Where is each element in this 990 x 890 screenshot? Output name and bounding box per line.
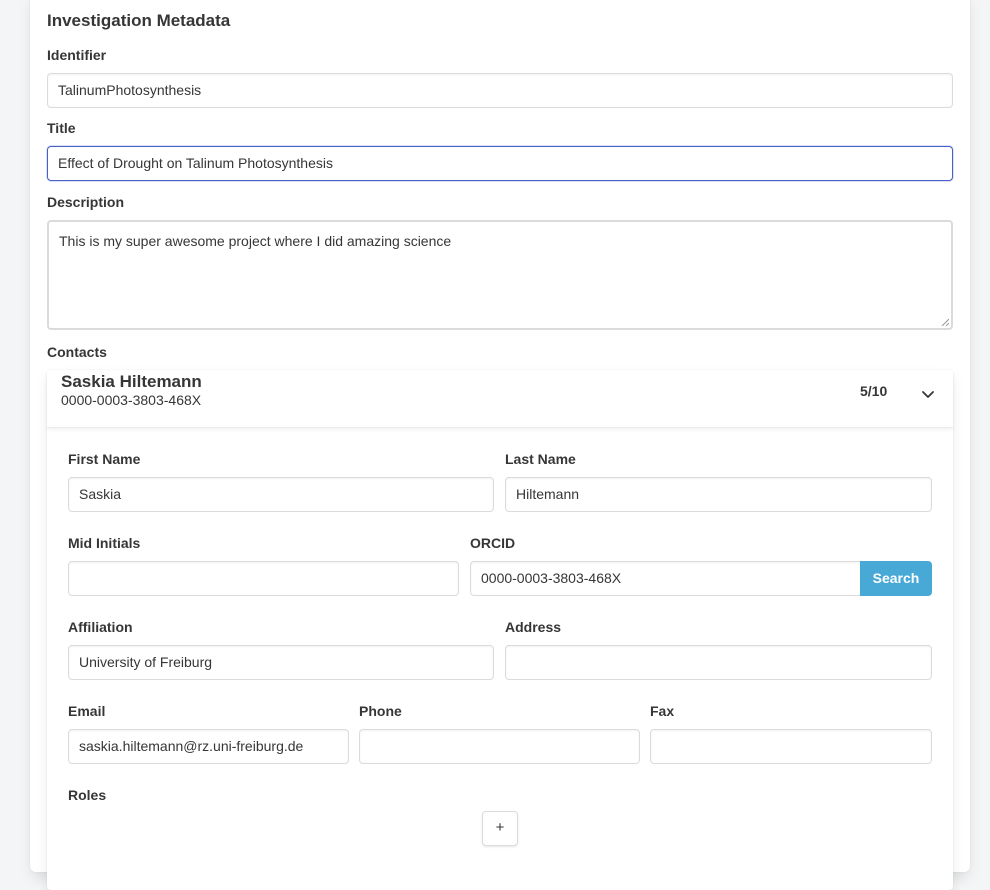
email-label: Email xyxy=(68,703,106,719)
contact-name: Saskia Hiltemann xyxy=(61,372,202,391)
last-name-label: Last Name xyxy=(505,451,576,467)
contact-card: Saskia Hiltemann 0000-0003-3803-468X 5/1… xyxy=(47,370,953,890)
investigation-metadata-panel: Investigation Metadata Identifier Talinu… xyxy=(30,0,970,890)
first-name-input[interactable]: Saskia xyxy=(68,477,494,512)
phone-input[interactable] xyxy=(359,729,640,764)
affiliation-input[interactable]: University of Freiburg xyxy=(68,645,494,680)
contact-completeness-count: 5/10 xyxy=(860,383,888,399)
mid-initials-label: Mid Initials xyxy=(68,535,141,551)
mid-initials-input[interactable] xyxy=(68,561,459,596)
orcid-label: ORCID xyxy=(470,535,516,551)
title-label: Title xyxy=(47,120,76,136)
orcid-search-button[interactable]: Search xyxy=(860,561,932,596)
contacts-label: Contacts xyxy=(47,344,107,360)
address-label: Address xyxy=(505,619,562,635)
chevron-down-icon[interactable] xyxy=(917,384,939,406)
add-role-button[interactable]: + xyxy=(482,811,518,846)
description-text: This is my super awesome project where I… xyxy=(59,233,452,249)
last-name-input[interactable]: Hiltemann xyxy=(505,477,932,512)
contact-card-header[interactable]: Saskia Hiltemann 0000-0003-3803-468X 5/1… xyxy=(47,370,953,428)
description-label: Description xyxy=(47,194,125,210)
affiliation-label: Affiliation xyxy=(68,619,133,635)
description-textarea[interactable]: This is my super awesome project where I… xyxy=(47,220,953,330)
roles-label: Roles xyxy=(68,787,107,803)
fax-label: Fax xyxy=(650,703,675,719)
contact-orcid: 0000-0003-3803-468X xyxy=(61,392,202,408)
resize-handle-icon[interactable] xyxy=(941,318,949,326)
address-input[interactable] xyxy=(505,645,932,680)
identifier-input[interactable]: TalinumPhotosynthesis xyxy=(47,73,953,108)
first-name-label: First Name xyxy=(68,451,141,467)
section-title: Investigation Metadata xyxy=(47,11,231,30)
identifier-label: Identifier xyxy=(47,47,107,63)
fax-input[interactable] xyxy=(650,729,932,764)
phone-label: Phone xyxy=(359,703,402,719)
orcid-input[interactable]: 0000-0003-3803-468X xyxy=(470,561,861,596)
title-input[interactable]: Effect of Drought on Talinum Photosynthe… xyxy=(47,146,953,181)
email-input[interactable]: saskia.hiltemann@rz.uni-freiburg.de xyxy=(68,729,349,764)
